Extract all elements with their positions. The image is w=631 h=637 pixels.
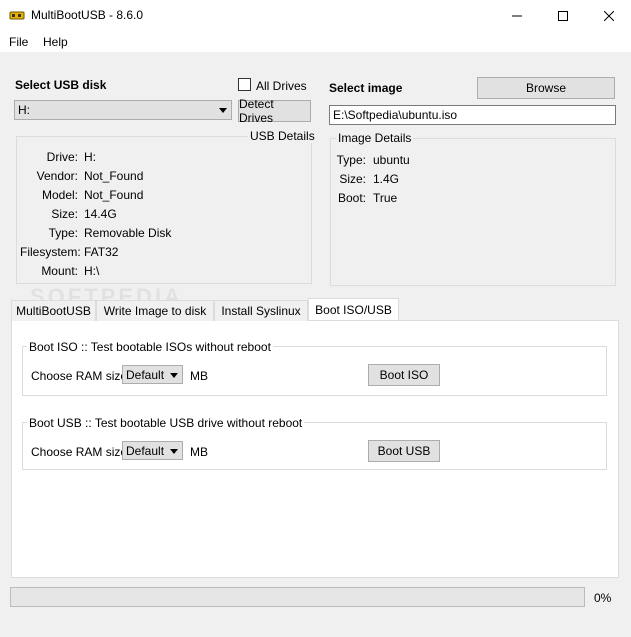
maximize-icon bbox=[558, 10, 568, 21]
boot-usb-ram-select[interactable]: Default bbox=[122, 441, 183, 460]
image-type-value: ubuntu bbox=[373, 153, 410, 167]
usb-model-value: Not_Found bbox=[84, 188, 144, 202]
boot-usb-title: Boot USB :: Test bootable USB drive with… bbox=[27, 416, 305, 430]
usb-mount-label: Mount: bbox=[41, 264, 78, 278]
usb-details-title: USB Details bbox=[248, 129, 317, 143]
menu-help[interactable]: Help bbox=[43, 35, 68, 49]
boot-usb-unit: MB bbox=[190, 445, 208, 459]
boot-iso-ram-value: Default bbox=[126, 367, 165, 382]
usb-size-label: Size: bbox=[51, 207, 78, 221]
chevron-down-icon bbox=[219, 108, 227, 113]
boot-usb-ram-label: Choose RAM size: bbox=[31, 445, 131, 459]
browse-button[interactable]: Browse bbox=[477, 77, 615, 99]
boot-iso-unit: MB bbox=[190, 369, 208, 383]
tab-write-image[interactable]: Write Image to disk bbox=[96, 300, 214, 321]
all-drives-checkbox[interactable] bbox=[238, 78, 251, 91]
select-image-heading: Select image bbox=[329, 81, 403, 95]
title-bar: MultiBootUSB - 8.6.0 bbox=[0, 0, 631, 31]
boot-iso-ram-label: Choose RAM size: bbox=[31, 369, 131, 383]
maximize-button[interactable] bbox=[540, 0, 586, 31]
boot-iso-button[interactable]: Boot ISO bbox=[368, 364, 440, 386]
minimize-button[interactable] bbox=[494, 0, 540, 31]
boot-iso-ram-select[interactable]: Default bbox=[122, 365, 183, 384]
close-button[interactable] bbox=[586, 0, 631, 31]
usb-drive-label: Drive: bbox=[46, 150, 78, 164]
minimize-icon bbox=[512, 15, 522, 16]
usb-size-value: 14.4G bbox=[84, 207, 117, 221]
progress-bar bbox=[10, 587, 585, 607]
usb-type-value: Removable Disk bbox=[84, 226, 172, 240]
usb-disk-select[interactable]: H: bbox=[14, 100, 232, 120]
close-icon bbox=[604, 10, 614, 21]
usb-mount-value: H:\ bbox=[84, 264, 100, 278]
image-details-title: Image Details bbox=[336, 131, 414, 145]
boot-usb-button[interactable]: Boot USB bbox=[368, 440, 440, 462]
tab-boot-iso-usb[interactable]: Boot ISO/USB bbox=[308, 298, 399, 320]
usb-filesystem-value: FAT32 bbox=[84, 245, 119, 259]
menu-file[interactable]: File bbox=[9, 35, 28, 49]
usb-filesystem-label: Filesystem: bbox=[20, 245, 81, 259]
all-drives-label: All Drives bbox=[256, 79, 307, 93]
menu-bar: File Help bbox=[0, 31, 631, 52]
tab-install-syslinux[interactable]: Install Syslinux bbox=[214, 300, 308, 321]
image-type-label: Type: bbox=[336, 153, 366, 167]
usb-vendor-label: Vendor: bbox=[36, 169, 78, 183]
window-title: MultiBootUSB - 8.6.0 bbox=[31, 8, 144, 22]
usb-disk-value: H: bbox=[18, 103, 30, 117]
select-usb-heading: Select USB disk bbox=[15, 78, 107, 92]
chevron-down-icon bbox=[170, 372, 178, 378]
boot-usb-ram-value: Default bbox=[126, 443, 165, 458]
usb-model-label: Model: bbox=[41, 188, 78, 202]
image-boot-value: True bbox=[373, 191, 398, 205]
image-path-field[interactable]: E:\Softpedia\ubuntu.iso bbox=[329, 105, 616, 125]
detect-drives-button[interactable]: Detect Drives bbox=[238, 97, 311, 125]
usb-drive-value: H: bbox=[84, 150, 96, 164]
image-boot-label: Boot: bbox=[337, 191, 366, 205]
chevron-down-icon bbox=[170, 448, 178, 454]
boot-iso-title: Boot ISO :: Test bootable ISOs without r… bbox=[27, 340, 273, 354]
usb-type-label: Type: bbox=[48, 226, 78, 240]
tab-multibootusb[interactable]: MultiBootUSB bbox=[11, 300, 96, 321]
usb-vendor-value: Not_Found bbox=[84, 169, 144, 183]
progress-text: 0% bbox=[594, 591, 612, 605]
image-size-label: Size: bbox=[339, 172, 366, 186]
image-size-value: 1.4G bbox=[373, 172, 400, 186]
app-icon bbox=[9, 11, 25, 20]
